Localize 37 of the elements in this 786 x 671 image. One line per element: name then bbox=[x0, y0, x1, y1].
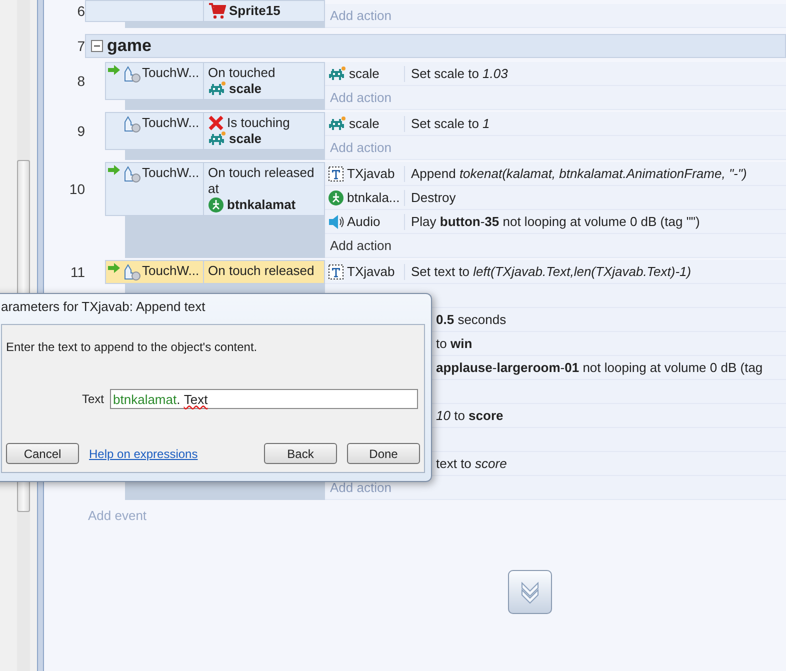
action-text: Set scale to 1.03 bbox=[410, 66, 508, 81]
target-object-name: scale bbox=[229, 81, 262, 97]
line-number: 7 bbox=[76, 38, 85, 54]
action-text: Set scale to 1 bbox=[410, 116, 490, 131]
condition-text: On touched bbox=[208, 65, 276, 81]
action-text: Append tokenat(kalamat, btnkalamat.AnimationFrame, "-") bbox=[410, 166, 747, 181]
action-text: Set text to left(TXjavab.Text,len(TXjavab.Text)-1) bbox=[410, 264, 692, 279]
object-name: TouchW... bbox=[142, 165, 200, 180]
action-text: 10 to score bbox=[436, 408, 504, 423]
line-number: 6 bbox=[76, 3, 85, 19]
dialog-title: arameters for TXjavab: Append text bbox=[0, 298, 206, 316]
line-number: 11 bbox=[69, 264, 85, 280]
action-object: TXjavab bbox=[325, 264, 405, 280]
action-text: 0.5 seconds bbox=[436, 312, 506, 327]
action-object: TXjavab bbox=[325, 166, 405, 182]
condition-text: Is touching bbox=[227, 115, 290, 131]
object-name: TouchW... bbox=[142, 115, 200, 130]
action-text: text to score bbox=[436, 456, 507, 471]
action-text: to win bbox=[436, 336, 472, 351]
line-number: 9 bbox=[76, 123, 85, 139]
action-object: scale bbox=[325, 66, 405, 82]
prompt-text: Enter the text to append to the object's content. bbox=[6, 340, 258, 354]
action-object: btnkala... bbox=[325, 190, 405, 206]
target-object-name: Sprite15 bbox=[229, 3, 280, 19]
action-object: scale bbox=[325, 116, 405, 132]
line-number: 8 bbox=[76, 73, 85, 89]
object-name: TouchW... bbox=[142, 263, 200, 278]
target-object-name: scale bbox=[229, 131, 262, 147]
action-object: Audio bbox=[325, 214, 405, 230]
action-text: Play button-35 not looping at volume 0 dB (tag "") bbox=[410, 214, 700, 229]
line-number: 10 bbox=[68, 181, 85, 197]
action-text: Destroy bbox=[410, 190, 456, 205]
target-object-name: btnkalamat bbox=[227, 197, 296, 213]
condition-text: On touch released bbox=[208, 263, 314, 279]
action-text: applause-largeroom-01 not looping at volume 0 dB (tag bbox=[436, 360, 763, 375]
field-label: Text bbox=[82, 392, 104, 406]
object-name: TouchW... bbox=[142, 65, 200, 80]
